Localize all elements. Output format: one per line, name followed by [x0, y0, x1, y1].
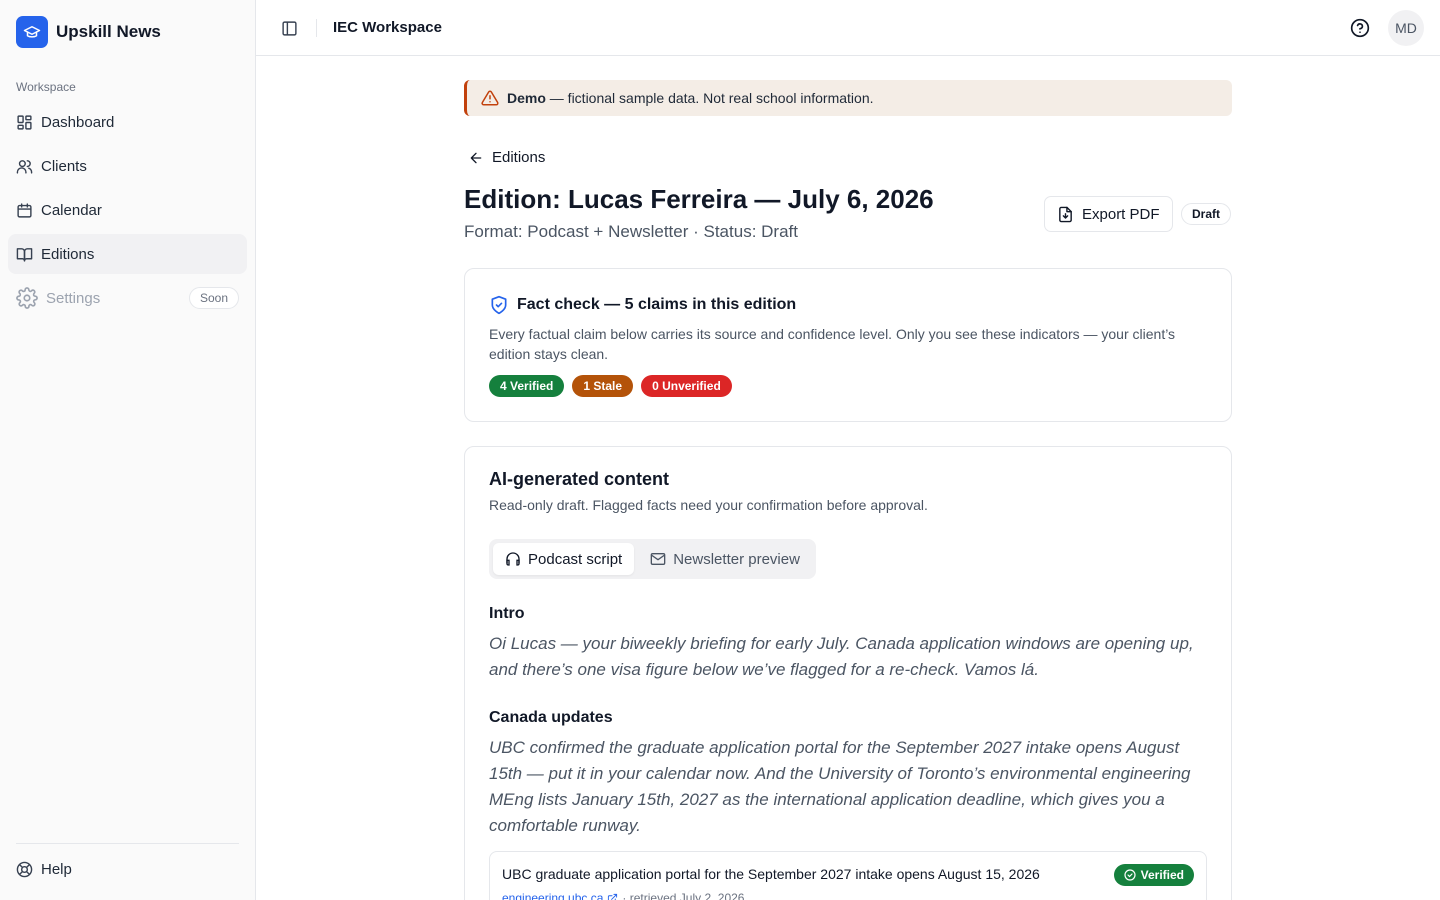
fact-check-card: Fact check — 5 claims in this edition Ev…: [464, 268, 1232, 422]
shield-check-icon: [491, 295, 507, 315]
warning-icon: [481, 90, 499, 106]
sidebar-item-settings: Settings Soon: [8, 278, 247, 318]
claim-card: UBC graduate application portal for the …: [489, 851, 1207, 900]
sidebar-item-clients[interactable]: Clients: [8, 146, 247, 186]
banner-message: — fictional sample data. Not real school…: [545, 90, 874, 106]
help-link[interactable]: Help: [16, 861, 72, 878]
section-heading-canada: Canada updates: [489, 709, 613, 726]
calendar-icon: [17, 202, 32, 218]
users-icon: [16, 159, 33, 174]
page-subtitle: Format: Podcast + Newsletter · Status: D…: [464, 222, 798, 241]
claim-text: UBC graduate application portal for the …: [502, 866, 1040, 882]
panel-left-icon: [281, 20, 297, 36]
fact-check-header: Fact check — 5 claims in this edition: [489, 295, 796, 315]
claim-source: engineering.ubc.ca · retrieved July 2, 2…: [502, 891, 744, 900]
tab-newsletter-preview[interactable]: Newsletter preview: [638, 543, 812, 575]
top-header: IEC Workspace MD: [256, 0, 1440, 56]
back-label: Editions: [492, 149, 546, 166]
sidebar-item-label: Editions: [41, 245, 95, 263]
section-body-canada: UBC confirmed the graduate application p…: [489, 738, 1191, 835]
verified-count-badge: 4 Verified: [489, 375, 565, 397]
help-circle-icon: [1350, 18, 1370, 38]
brand[interactable]: Upskill News: [16, 16, 161, 48]
soon-badge: Soon: [188, 287, 239, 309]
sidebar-item-editions[interactable]: Editions: [8, 234, 247, 274]
demo-banner: Demo — fictional sample data. Not real s…: [464, 80, 1232, 116]
sidebar-item-label: Clients: [41, 157, 87, 175]
app-name: Upskill News: [56, 22, 161, 41]
verified-label: Verified: [1140, 868, 1184, 882]
export-label: Export PDF: [1082, 205, 1160, 223]
sidebar: Upskill News Workspace Dashboard Clients…: [0, 0, 256, 900]
tab-label: Newsletter preview: [673, 550, 800, 568]
sidebar-toggle-button[interactable]: [278, 17, 300, 39]
back-to-editions-link[interactable]: Editions: [468, 149, 545, 166]
header-divider: [316, 19, 317, 37]
page-title: Edition: Lucas Ferreira — July 6, 2026: [464, 184, 934, 214]
fact-check-pills: 4 Verified 1 Stale 0 Unverified: [489, 375, 732, 397]
dashboard-icon: [17, 114, 32, 130]
check-circle-icon: [1124, 869, 1136, 881]
arrow-left-icon: [470, 152, 482, 163]
fact-check-description: Every factual claim below carries its so…: [489, 326, 1176, 362]
workspace-title: IEC Workspace: [333, 19, 442, 36]
main-content: Demo — fictional sample data. Not real s…: [256, 56, 1440, 900]
section-body-intro: Oi Lucas — your biweekly briefing for ea…: [489, 634, 1194, 679]
sidebar-item-dashboard[interactable]: Dashboard: [8, 102, 247, 142]
book-icon: [16, 247, 33, 262]
external-link-icon: [608, 893, 618, 900]
tab-podcast-script[interactable]: Podcast script: [493, 543, 635, 575]
unverified-count-badge: 0 Unverified: [641, 375, 732, 397]
help-label: Help: [41, 861, 72, 878]
content-tabs: Podcast script Newsletter preview: [489, 539, 816, 579]
file-download-icon: [1059, 206, 1072, 222]
headphones-icon: [506, 552, 520, 566]
sidebar-item-label: Settings: [46, 289, 101, 307]
ai-content-title: AI-generated content: [489, 469, 670, 489]
avatar[interactable]: MD: [1388, 10, 1424, 46]
sidebar-divider: [16, 843, 239, 844]
mail-icon: [650, 553, 666, 565]
banner-strong: Demo: [507, 90, 546, 106]
fact-check-title: Fact check — 5 claims in this edition: [517, 296, 797, 313]
gear-icon: [16, 287, 38, 309]
retrieved-date: · retrieved July 2, 2026: [622, 891, 745, 900]
sidebar-item-calendar[interactable]: Calendar: [8, 190, 247, 230]
lifebuoy-icon: [16, 861, 33, 878]
tab-label: Podcast script: [528, 550, 623, 568]
ai-content-description: Read-only draft. Flagged facts need your…: [489, 497, 928, 513]
sidebar-section-label: Workspace: [16, 80, 76, 94]
banner-text: Demo — fictional sample data. Not real s…: [507, 90, 874, 106]
source-link[interactable]: engineering.ubc.ca: [502, 891, 603, 900]
ai-content-card: AI-generated content Read-only draft. Fl…: [464, 446, 1232, 900]
status-badge: Draft: [1181, 203, 1232, 225]
export-pdf-button[interactable]: Export PDF: [1044, 196, 1173, 232]
verified-badge: Verified: [1113, 864, 1194, 886]
stale-count-badge: 1 Stale: [572, 375, 634, 397]
sidebar-item-label: Dashboard: [41, 113, 115, 131]
sidebar-item-label: Calendar: [41, 201, 102, 219]
section-heading-intro: Intro: [489, 605, 525, 622]
help-button[interactable]: [1350, 18, 1370, 38]
sidebar-nav: Dashboard Clients Calendar Editions Sett…: [8, 102, 247, 322]
graduation-cap-icon: [16, 16, 48, 48]
